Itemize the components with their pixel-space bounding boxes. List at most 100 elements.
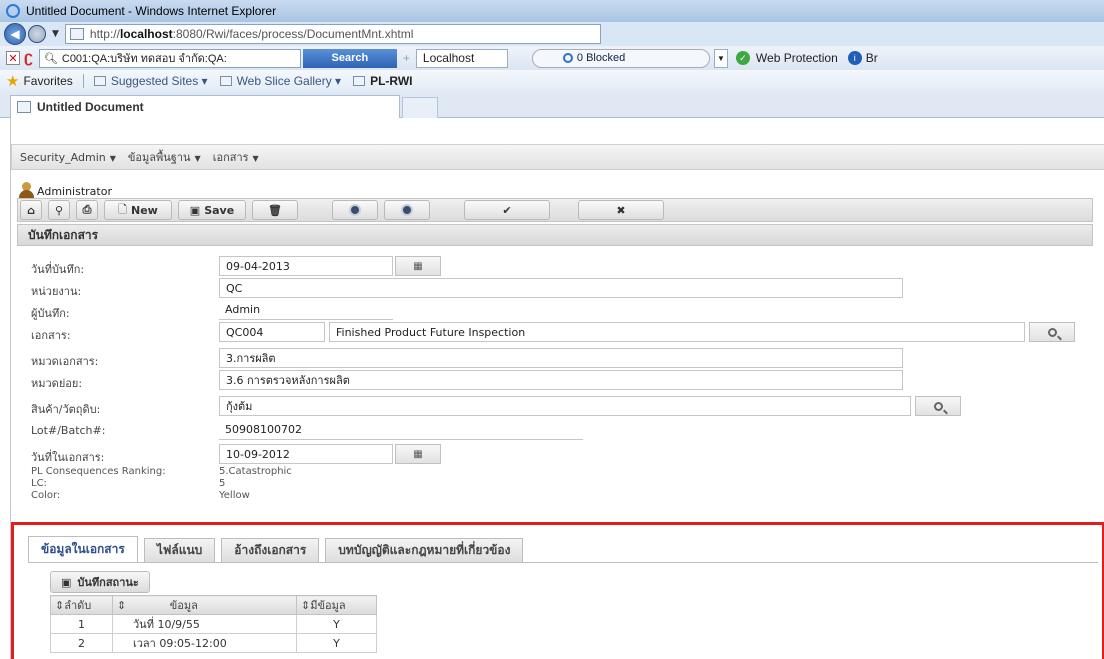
previous-button[interactable] xyxy=(332,200,378,220)
document-name-field[interactable]: Finished Product Future Inspection xyxy=(329,322,1025,342)
recorder-value: Admin xyxy=(219,300,393,320)
tab-referenced-documents[interactable]: อ้างถึงเอกสาร xyxy=(221,538,320,562)
lot-field[interactable]: 50908100702 xyxy=(219,420,583,440)
tab-regulations[interactable]: บทบัญญัติและกฎหมายที่เกี่ยวข้อง xyxy=(325,538,524,562)
row-sub-category: หมวดย่อย: 3.6 การตรวจหลังการผลิต xyxy=(25,370,1095,390)
user-name: Administrator xyxy=(37,185,112,198)
localhost-field[interactable]: Localhost xyxy=(415,48,508,68)
doc-date-field[interactable]: 10-09-2012 xyxy=(219,444,393,464)
address-bar-row: ◀ ▼ http://localhost:8080/Rwi/faces/proc… xyxy=(0,22,1104,46)
color-value: Yellow xyxy=(219,490,250,501)
br-label: Br xyxy=(865,51,878,65)
close-toolbar-icon[interactable]: ✕ xyxy=(6,51,20,65)
favorites-label[interactable]: Favorites xyxy=(23,74,72,88)
plus-icon[interactable]: + xyxy=(403,51,410,65)
row-document: เอกสาร: QC004 Finished Product Future In… xyxy=(25,322,1095,342)
web-protection-button[interactable]: ✓ Web Protection i Br xyxy=(735,51,878,65)
favorites-star-icon[interactable]: ★ xyxy=(6,72,19,90)
toolbar-logo-icon: ʗ xyxy=(24,49,33,66)
home-button[interactable]: ⌂ xyxy=(20,200,42,220)
forward-button[interactable] xyxy=(28,25,46,43)
print-icon: ⎙ xyxy=(82,203,92,216)
table-row[interactable]: 1 วันที่ 10/9/55 Y xyxy=(50,614,377,634)
suggested-sites-icon xyxy=(93,76,106,86)
toolbar-dropdown-icon[interactable]: ▼ xyxy=(713,48,728,68)
tab-document-data[interactable]: ข้อมูลในเอกสาร xyxy=(28,536,138,562)
col-data[interactable]: ⇕ ข้อมูล xyxy=(112,595,297,615)
menu-security-admin[interactable]: Security_Admin ▼ xyxy=(20,151,116,164)
user-avatar-icon xyxy=(19,182,35,198)
calendar-icon: ▦ xyxy=(413,448,423,460)
floppy-disk-icon: ▣ xyxy=(189,203,201,217)
search-toolbar: ✕ ʗ 🔍︎ C001:QA:บริษัท ทดสอบ จำกัด:QA: Se… xyxy=(0,46,1104,70)
document-code-field[interactable]: QC004 xyxy=(219,322,325,342)
cell-order: 1 xyxy=(50,614,113,634)
close-icon: ✖ xyxy=(616,203,626,217)
magnifier-icon xyxy=(933,401,943,411)
row-doc-category: หมวดเอกสาร: 3.การผลิต xyxy=(25,348,1095,368)
toolbar-search-value: C001:QA:บริษัท ทดสอบ จำกัด:QA: xyxy=(61,53,227,65)
doc-date-calendar-button[interactable]: ▦ xyxy=(395,444,441,464)
doc-category-field[interactable]: 3.การผลิต xyxy=(219,348,903,368)
document-lookup-button[interactable] xyxy=(1029,322,1075,342)
reject-button[interactable]: ✖ xyxy=(578,200,664,220)
new-button[interactable]: 🗋︎ New xyxy=(104,200,172,220)
approve-button[interactable]: ✔ xyxy=(464,200,550,220)
new-button-label: New xyxy=(131,203,158,217)
window-titlebar: Untitled Document - Windows Internet Exp… xyxy=(0,0,1104,22)
cell-has-data: Y xyxy=(296,633,377,653)
fav-pl-rwi[interactable]: PL-RWI xyxy=(353,74,413,88)
sub-category-label: หมวดย่อย: xyxy=(31,377,83,390)
color-label: Color: xyxy=(31,490,61,501)
product-field[interactable]: กุ้งต้ม xyxy=(219,396,911,416)
search-button[interactable]: ⚲ xyxy=(48,200,70,220)
col-has-data[interactable]: ⇕มีข้อมูล xyxy=(296,595,377,615)
toolbar-search-button[interactable]: Search xyxy=(302,48,397,68)
menu-documents[interactable]: เอกสาร ▼ xyxy=(213,148,259,166)
col-has-data-label: มีข้อมูล xyxy=(310,599,346,612)
page-icon xyxy=(69,28,84,40)
product-label: สินค้า/วัตถุดิบ: xyxy=(31,403,101,416)
fav-web-slice-gallery[interactable]: Web Slice Gallery ▾ xyxy=(219,74,341,88)
trash-icon: 🗑︎ xyxy=(268,203,282,217)
toolbar-search-input[interactable]: 🔍︎ C001:QA:บริษัท ทดสอบ จำกัด:QA: xyxy=(38,48,301,68)
back-button[interactable]: ◀ xyxy=(4,23,26,45)
detail-tabs: ข้อมูลในเอกสาร ไฟล์แนบ อ้างถึงเอกสาร บทบ… xyxy=(28,536,1098,563)
next-button[interactable] xyxy=(384,200,430,220)
popup-blocker[interactable]: 0 Blocked xyxy=(531,48,710,68)
tab-attachments[interactable]: ไฟล์แนบ xyxy=(143,538,216,562)
save-status-button[interactable]: ▣ บันทึกสถานะ xyxy=(50,571,150,593)
lc-row: LC: 5 xyxy=(31,478,225,489)
print-button[interactable]: ⎙ xyxy=(76,200,98,220)
table-row[interactable]: 2 เวลา 09:05-12:00 Y xyxy=(50,633,377,653)
recorder-label: ผู้บันทึก: xyxy=(31,307,70,320)
col-order[interactable]: ⇕ลำดับ xyxy=(50,595,113,615)
favorites-divider xyxy=(82,74,84,88)
product-lookup-button[interactable] xyxy=(915,396,961,416)
unit-field[interactable]: QC xyxy=(219,278,903,298)
web-slice-icon xyxy=(219,76,232,86)
favorites-bar: ★ Favorites Suggested Sites ▾ Web Slice … xyxy=(0,70,1104,92)
ranking-label: PL Consequences Ranking: xyxy=(31,466,166,477)
new-tab-button[interactable] xyxy=(402,97,438,118)
record-date-field[interactable]: 09-04-2013 xyxy=(219,256,393,276)
document-data-table: ⇕ลำดับ ⇕ ข้อมูล ⇕มีข้อมูล 1 วันที่ 10/9/… xyxy=(50,595,377,653)
browser-tab-untitled[interactable]: Untitled Document xyxy=(10,95,400,118)
doc-date-label: วันที่ในเอกสาร: xyxy=(31,451,105,464)
pl-rwi-icon xyxy=(353,76,366,86)
fav-suggested-sites[interactable]: Suggested Sites ▾ xyxy=(93,74,208,88)
chevron-down-icon: ▼ xyxy=(109,153,116,163)
col-data-label: ข้อมูล xyxy=(169,599,198,612)
history-dropdown-icon[interactable]: ▼ xyxy=(52,29,59,39)
record-date-calendar-button[interactable]: ▦ xyxy=(395,256,441,276)
sub-category-field[interactable]: 3.6 การตรวจหลังการผลิต xyxy=(219,370,903,390)
url-input[interactable]: http://localhost:8080/Rwi/faces/process/… xyxy=(64,24,601,44)
fav-pl-rwi-label: PL-RWI xyxy=(370,74,413,88)
menu-master-data[interactable]: ข้อมูลพื้นฐาน ▼ xyxy=(128,148,201,166)
save-button[interactable]: ▣ Save xyxy=(178,200,246,220)
row-lot: Lot#/Batch#: 50908100702 xyxy=(25,420,1095,440)
delete-button[interactable]: 🗑︎ xyxy=(252,200,298,220)
blocked-icon xyxy=(562,53,573,63)
ranking-row: PL Consequences Ranking: 5.Catastrophic xyxy=(31,466,292,477)
url-host: localhost xyxy=(119,27,173,41)
